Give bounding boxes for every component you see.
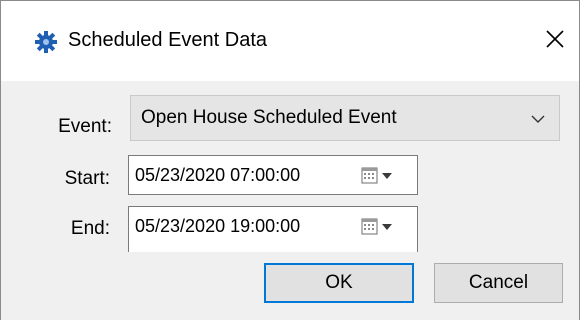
- end-label: End:: [70, 218, 110, 239]
- cancel-button[interactable]: Cancel: [434, 263, 563, 303]
- event-label: Event:: [58, 116, 112, 137]
- start-datetime-field[interactable]: 05/23/2020 07:00:00: [128, 155, 418, 195]
- start-datetime-value: 05/23/2020 07:00:00: [135, 165, 301, 185]
- event-dropdown[interactable]: Open House Scheduled Event: [130, 95, 560, 141]
- close-button[interactable]: [539, 23, 571, 55]
- dialog-title: Scheduled Event Data: [68, 29, 268, 51]
- calendar-picker-icon[interactable]: [361, 218, 401, 236]
- title-bar[interactable]: Scheduled Event Data: [1, 1, 579, 81]
- scheduled-event-dialog: Scheduled Event Data Event: Open House S…: [0, 0, 580, 320]
- end-datetime-field[interactable]: 05/23/2020 19:00:00: [128, 206, 418, 252]
- calendar-picker-icon[interactable]: [361, 167, 401, 185]
- ok-button[interactable]: OK: [264, 263, 414, 303]
- event-selected-value: Open House Scheduled Event: [141, 107, 397, 128]
- start-label: Start:: [64, 168, 110, 189]
- close-icon: [546, 30, 564, 48]
- end-datetime-value: 05/23/2020 19:00:00: [135, 216, 301, 236]
- gear-icon: [35, 31, 57, 53]
- chevron-down-icon: [531, 115, 545, 123]
